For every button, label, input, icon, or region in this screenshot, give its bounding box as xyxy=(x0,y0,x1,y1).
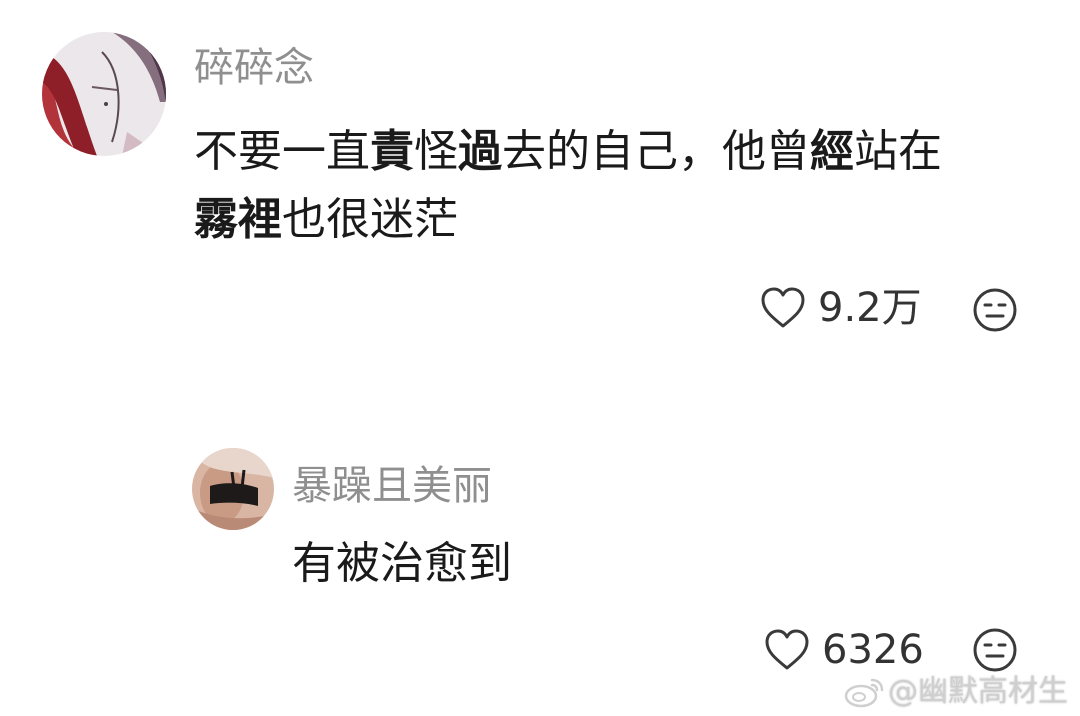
avatar-image xyxy=(192,448,274,530)
text-segment-bold: 經 xyxy=(810,126,854,177)
comment-text-line-1: 不要一直責怪過去的自己，他曾經站在 xyxy=(194,118,942,186)
like-button[interactable]: 9.2万 xyxy=(760,286,922,330)
avatar[interactable] xyxy=(42,32,166,156)
text-segment: 也很迷茫 xyxy=(282,194,458,245)
heart-icon xyxy=(764,628,810,672)
reply-text: 有被治愈到 xyxy=(292,538,512,589)
like-count: 9.2万 xyxy=(818,285,922,331)
like-count: 6326 xyxy=(822,627,924,673)
reaction-button[interactable] xyxy=(972,627,1018,673)
comment-username[interactable]: 碎碎念 xyxy=(194,48,314,88)
like-button[interactable]: 6326 xyxy=(764,628,924,672)
watermark: @幽默高材生 xyxy=(844,676,1068,708)
avatar[interactable] xyxy=(192,448,274,530)
comment-thread: 碎碎念 不要一直責怪過去的自己，他曾經站在 霧裡也很迷茫 9.2万 暴躁且美丽 … xyxy=(0,0,1080,716)
comment-text-line-2: 霧裡也很迷茫 xyxy=(194,186,942,254)
text-segment-bold: 霧裡 xyxy=(194,194,282,245)
text-segment-bold: 責 xyxy=(370,126,414,177)
reaction-button[interactable] xyxy=(972,287,1018,333)
text-segment: 不要一直 xyxy=(194,126,370,177)
text-segment: 去的自己，他曾 xyxy=(502,126,810,177)
heart-icon xyxy=(760,286,806,330)
watermark-text: @幽默高材生 xyxy=(888,674,1068,709)
weibo-logo-icon xyxy=(844,676,884,708)
neutral-face-icon xyxy=(972,287,1018,333)
text-segment: 怪 xyxy=(414,126,458,177)
avatar-image xyxy=(42,32,166,156)
text-segment: 站在 xyxy=(854,126,942,177)
reply-username[interactable]: 暴躁且美丽 xyxy=(292,466,492,506)
comment-text: 不要一直責怪過去的自己，他曾經站在 霧裡也很迷茫 xyxy=(194,118,942,254)
text-segment-bold: 過 xyxy=(458,126,502,177)
neutral-face-icon xyxy=(972,627,1018,673)
